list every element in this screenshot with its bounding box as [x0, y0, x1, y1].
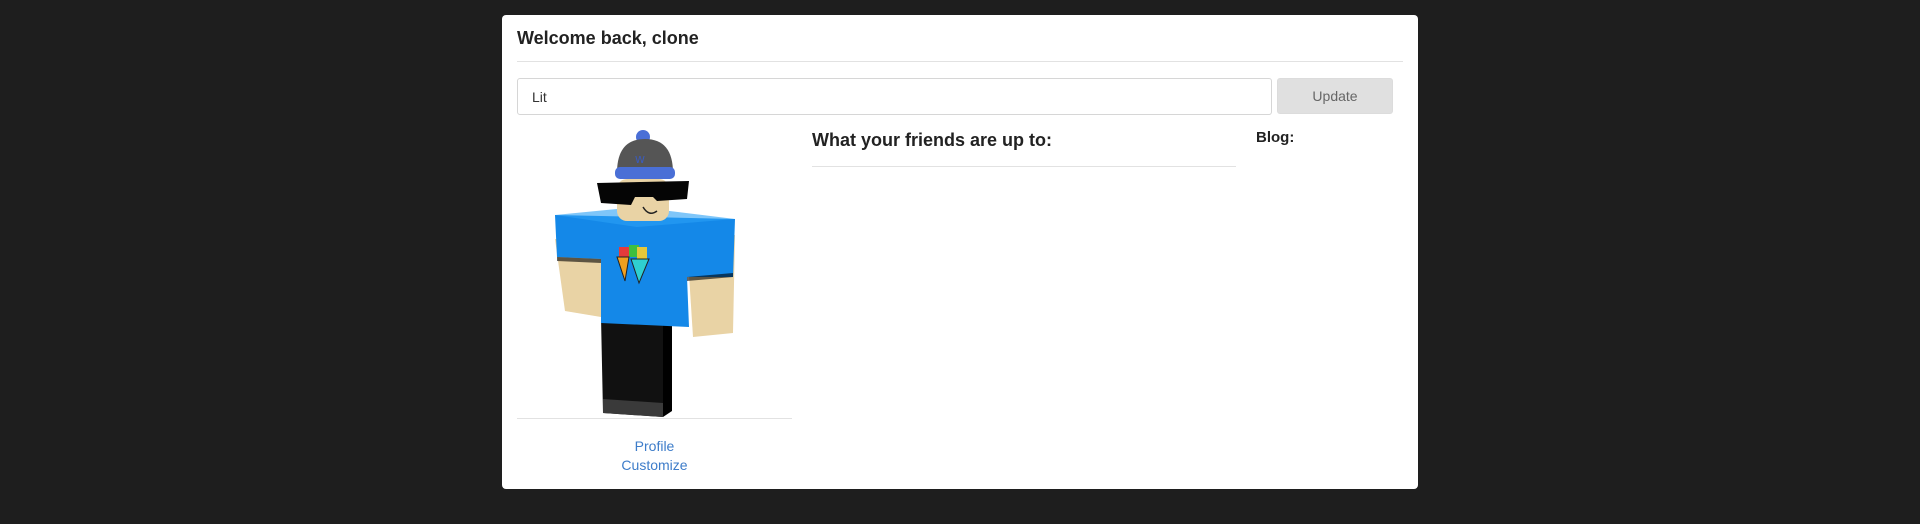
profile-link[interactable]: Profile — [517, 437, 792, 456]
blog-section: Blog: — [1256, 127, 1396, 149]
avatar-links: Profile Customize — [517, 437, 792, 475]
friends-feed: What your friends are up to: — [812, 127, 1236, 167]
avatar-figure: W — [555, 130, 735, 417]
blog-label: Blog: — [1256, 129, 1295, 146]
feed-title: What your friends are up to: — [812, 130, 1053, 150]
welcome-title: Welcome back, clone — [517, 28, 699, 48]
svg-text:W: W — [635, 155, 645, 166]
title-divider — [517, 61, 1403, 62]
avatar-character-icon: W — [517, 127, 792, 427]
avatar-divider — [517, 418, 792, 419]
dashboard-card: Welcome back, clone Update — [502, 15, 1418, 489]
status-input[interactable] — [517, 78, 1272, 115]
update-button[interactable]: Update — [1277, 78, 1393, 114]
avatar-column: W — [517, 127, 792, 427]
feed-divider — [812, 166, 1236, 167]
customize-link[interactable]: Customize — [517, 456, 792, 475]
